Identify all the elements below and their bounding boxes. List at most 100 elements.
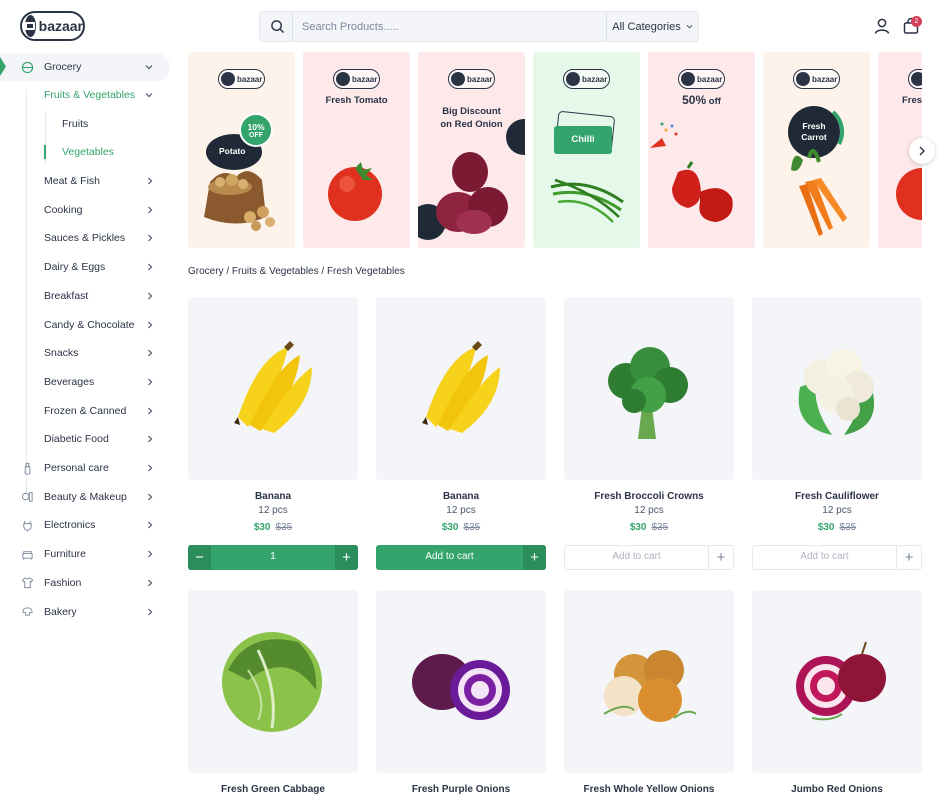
product-card[interactable]: Banana 12 pcs $30 $35 − 1 + xyxy=(188,297,358,572)
sidebar-item-frozen-canned[interactable]: Frozen & Canned xyxy=(0,397,170,425)
product-unit: 12 pcs xyxy=(258,505,288,516)
increase-button[interactable]: + xyxy=(335,545,358,570)
sidebar-item-diabetic-food[interactable]: Diabetic Food xyxy=(0,425,170,453)
add-to-cart-button[interactable]: Add to cart + xyxy=(376,545,546,570)
product-old-price: $35 xyxy=(463,522,481,533)
product-price: $30 xyxy=(629,522,647,533)
product-image[interactable] xyxy=(752,297,922,480)
chevron-right-icon xyxy=(148,206,153,214)
plus-icon[interactable]: + xyxy=(523,545,546,570)
sidebar-item-label: Sauces & Pickles xyxy=(44,232,126,245)
sidebar-item-meat-fish[interactable]: Meat & Fish xyxy=(0,167,170,195)
product-image[interactable] xyxy=(564,297,734,480)
search-input[interactable] xyxy=(302,18,602,36)
sidebar-item-snacks[interactable]: Snacks xyxy=(0,339,170,367)
sidebar-item-label: Grocery xyxy=(44,61,82,73)
sidebar-item-beverages[interactable]: Beverages xyxy=(0,368,170,396)
logo[interactable]: bazaar xyxy=(20,11,85,41)
add-to-cart-button[interactable]: Add to cart + xyxy=(752,545,922,570)
search-icon[interactable] xyxy=(270,19,285,34)
banner-carrot-line2: Carrot xyxy=(801,132,827,142)
product-prices: $30 $35 xyxy=(752,522,922,533)
header: bazaar All Categories 2 xyxy=(0,0,940,52)
purple-onion-illustration xyxy=(412,654,510,720)
banner-carrot-line1: Fresh xyxy=(802,121,826,131)
plus-icon[interactable]: + xyxy=(896,546,921,569)
product-card[interactable]: Fresh Purple Onions xyxy=(376,590,546,800)
carousel-next-button[interactable] xyxy=(909,138,935,164)
product-price: $30 xyxy=(817,522,835,533)
product-price: $30 xyxy=(253,522,271,533)
product-name[interactable]: Banana xyxy=(376,491,546,502)
sidebar-item-furniture[interactable]: Furniture xyxy=(0,540,170,568)
product-image[interactable] xyxy=(188,590,358,773)
banner-potato[interactable]: bazaar Potato 10% OFF xyxy=(188,52,295,248)
sidebar-item-grocery[interactable]: Grocery xyxy=(0,53,170,81)
breadcrumb: Grocery / Fruits & Vegetables / Fresh Ve… xyxy=(188,266,405,277)
add-to-cart-label: Add to cart xyxy=(800,551,849,562)
plug-icon xyxy=(23,520,32,532)
product-image[interactable] xyxy=(376,590,546,773)
sidebar-item-personal-care[interactable]: Personal care xyxy=(0,454,170,482)
category-select[interactable]: All Categories xyxy=(606,12,698,41)
product-card[interactable]: Fresh Green Cabbage xyxy=(188,590,358,800)
chevron-right-icon xyxy=(148,550,153,558)
logo-bag-icon xyxy=(25,15,36,37)
chevron-right-icon xyxy=(148,321,153,328)
product-name[interactable]: Fresh Whole Yellow Onions xyxy=(564,784,734,795)
product-card[interactable]: Jumbo Red Onions xyxy=(752,590,922,800)
banner-onion[interactable]: bazaar Big Discount on Red Onion xyxy=(418,52,525,248)
product-card[interactable]: Fresh Broccoli Crowns 12 pcs $30 $35 Add to … xyxy=(564,297,734,572)
product-image[interactable] xyxy=(564,590,734,773)
logo-text: bazaar xyxy=(38,18,83,34)
product-card[interactable]: Fresh Whole Yellow Onions xyxy=(564,590,734,800)
product-name[interactable]: Fresh Purple Onions xyxy=(376,784,546,795)
banana-illustration xyxy=(422,341,500,433)
product-name[interactable]: Fresh Green Cabbage xyxy=(188,784,358,795)
banner-chilli[interactable]: bazaar Chilli xyxy=(533,52,640,248)
product-image[interactable] xyxy=(376,297,546,480)
sidebar-item-sauces-pickles[interactable]: Sauces & Pickles xyxy=(0,224,170,252)
sidebar-item-fruits-vegetables[interactable]: Fruits & Vegetables xyxy=(0,81,170,109)
tomato-illustration xyxy=(328,162,382,221)
sidebar-item-fruits[interactable]: Fruits xyxy=(0,110,170,138)
sidebar-item-label: Personal care xyxy=(44,462,109,474)
product-image[interactable] xyxy=(188,297,358,480)
sidebar-item-vegetables[interactable]: Vegetables xyxy=(0,138,170,166)
user-icon[interactable] xyxy=(873,17,891,35)
chevron-right-icon xyxy=(148,521,153,529)
banner-potato-off: OFF xyxy=(249,132,263,139)
search-bar: All Categories xyxy=(259,11,699,42)
product-card[interactable]: Banana 12 pcs $30 $35 Add to cart + xyxy=(376,297,546,572)
product-name[interactable]: Fresh Cauliflower xyxy=(752,491,922,502)
product-unit: 12 pcs xyxy=(446,505,476,516)
add-to-cart-button[interactable]: Add to cart + xyxy=(564,545,734,570)
sidebar-item-label: Diabetic Food xyxy=(44,433,109,446)
chevron-right-icon xyxy=(148,608,153,615)
product-name[interactable]: Jumbo Red Onions xyxy=(752,784,922,795)
banner-pepper[interactable]: bazaar 50% off xyxy=(648,52,755,248)
banner-tomato[interactable]: bazaar Fresh Tomato xyxy=(303,52,410,248)
sidebar-item-label: Meat & Fish xyxy=(44,175,101,187)
sidebar-item-electronics[interactable]: Electronics xyxy=(0,511,170,539)
sidebar-item-cooking[interactable]: Cooking xyxy=(0,196,170,224)
product-card[interactable]: Fresh Cauliflower 12 pcs $30 $35 Add to cart… xyxy=(752,297,922,572)
sidebar-item-candy-chocolate[interactable]: Candy & Chocolate xyxy=(0,311,170,339)
sidebar-item-bakery[interactable]: Bakery xyxy=(0,598,170,626)
chevron-right-icon xyxy=(148,292,153,300)
sidebar-item-beauty-makeup[interactable]: Beauty & Makeup xyxy=(0,483,170,511)
sidebar-item-fashion[interactable]: Fashion xyxy=(0,569,170,597)
product-price: $30 xyxy=(441,522,459,533)
plus-icon[interactable]: + xyxy=(708,546,733,569)
sidebar-item-label: Candy & Chocolate xyxy=(44,318,135,331)
banner-carrot[interactable]: bazaar Fresh Carrot xyxy=(763,52,870,248)
chevron-down-icon xyxy=(686,24,693,29)
product-name[interactable]: Fresh Broccoli Crowns xyxy=(564,491,734,502)
product-image[interactable] xyxy=(752,590,922,773)
decrease-button[interactable]: − xyxy=(188,545,211,570)
sidebar-item-dairy-eggs[interactable]: Dairy & Eggs xyxy=(0,253,170,281)
sidebar-item-breakfast[interactable]: Breakfast xyxy=(0,282,170,310)
sidebar-item-label: Beverages xyxy=(44,375,95,388)
product-name[interactable]: Banana xyxy=(188,491,358,502)
chevron-right-icon xyxy=(148,349,153,357)
